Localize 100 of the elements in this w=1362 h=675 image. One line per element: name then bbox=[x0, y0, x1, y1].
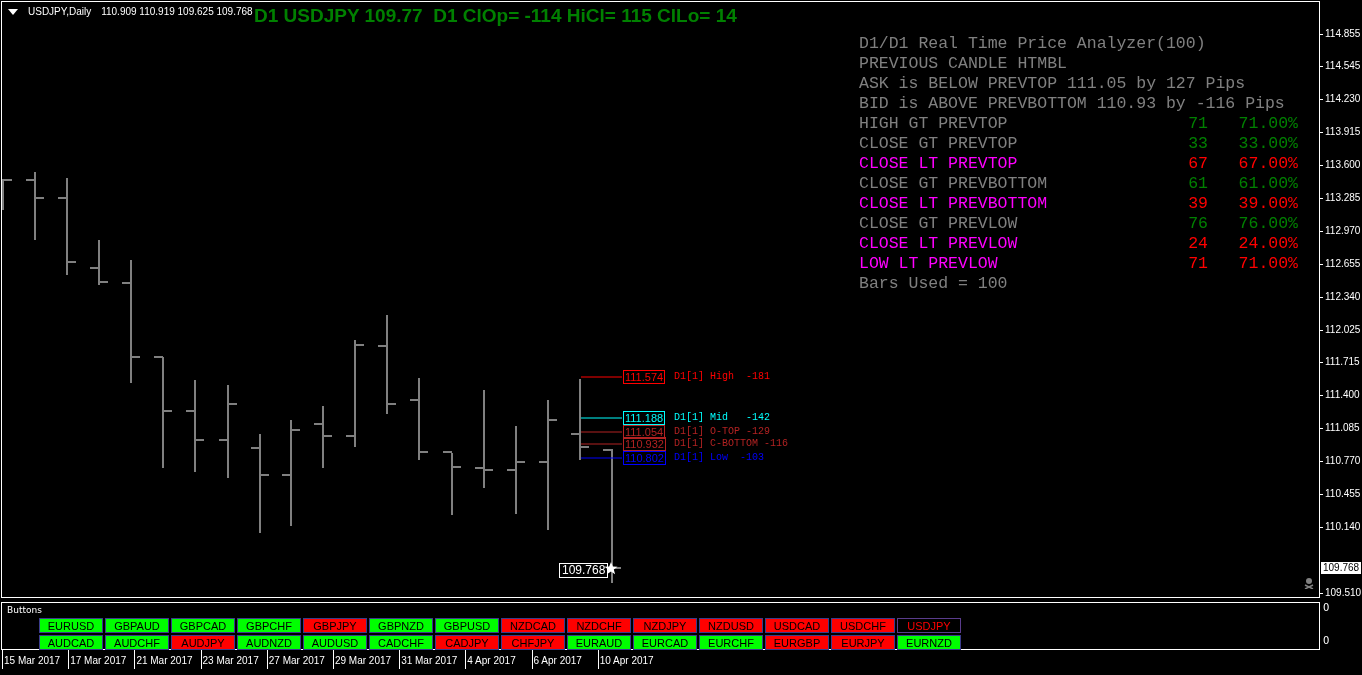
price-tick-label: 111.400 bbox=[1325, 389, 1360, 402]
price-tick-label: 114.855 bbox=[1325, 28, 1361, 40]
analyzer-label: CLOSE GT PREVLOW bbox=[859, 214, 1019, 234]
date-label: 29 Mar 2017 bbox=[334, 655, 392, 666]
symbol-button[interactable]: NZDUSD bbox=[699, 618, 763, 633]
date-label: 21 Mar 2017 bbox=[136, 655, 193, 666]
symbol-button[interactable]: EURUSD bbox=[39, 618, 103, 633]
symbol-button[interactable]: EURCAD bbox=[633, 635, 697, 650]
current-price-label: 109.768 bbox=[559, 563, 609, 578]
symbol-button[interactable]: EURCHF bbox=[699, 635, 763, 650]
level-price-label: 111.188 bbox=[623, 410, 666, 425]
dropdown-triangle-icon[interactable] bbox=[8, 8, 18, 15]
symbol-button[interactable]: USDCHF bbox=[831, 618, 895, 633]
symbol-button[interactable]: CHFJPY bbox=[501, 635, 565, 650]
analyzer-label: CLOSE GT PREVTOP bbox=[859, 134, 1019, 154]
symbol-button[interactable]: USDCAD bbox=[765, 618, 829, 633]
star-icon bbox=[604, 562, 618, 575]
symbol-button[interactable]: USDJPY bbox=[897, 618, 961, 633]
date-label: 17 Mar 2017 bbox=[70, 655, 127, 666]
symbol-button[interactable]: CADJPY bbox=[435, 635, 499, 650]
analyzer-label: LOW LT PREVLOW bbox=[859, 254, 999, 274]
analyzer-count: 71 bbox=[1187, 254, 1208, 274]
chart-symbol: USDJPY,Daily bbox=[28, 6, 92, 17]
symbol-button[interactable]: NZDCAD bbox=[501, 618, 565, 633]
level-price-label: 111.054 bbox=[623, 424, 666, 439]
date-label: 27 Mar 2017 bbox=[268, 655, 325, 666]
analyzer-percent: 61.00% bbox=[1237, 174, 1298, 194]
analyzer-percent: 24.00% bbox=[1237, 234, 1298, 254]
symbol-button[interactable]: EURAUD bbox=[567, 635, 631, 650]
analyzer-count: 24 bbox=[1187, 234, 1208, 254]
price-tick-label: 111.715 bbox=[1325, 356, 1360, 369]
price-tick-label: 113.600 bbox=[1325, 159, 1361, 172]
price-tick-label: 110.140 bbox=[1325, 521, 1361, 534]
analyzer-label: CLOSE LT PREVBOTTOM bbox=[859, 194, 1049, 214]
symbol-button[interactable]: EURNZD bbox=[897, 635, 961, 650]
symbol-button[interactable]: GBPNZD bbox=[369, 618, 433, 633]
analyzer-label: HIGH GT PREVTOP bbox=[859, 114, 1009, 134]
level-label: D1[1] O-TOP -129 bbox=[674, 425, 770, 437]
level-label: D1[1] High -181 bbox=[674, 371, 770, 383]
symbol-button[interactable]: GBPAUD bbox=[105, 618, 169, 633]
analyzer-count: 33 bbox=[1187, 134, 1208, 154]
price-tick-label: 112.655 bbox=[1325, 258, 1361, 271]
price-tick-label: 112.340 bbox=[1325, 291, 1361, 304]
analyzer-count: 71 bbox=[1187, 114, 1208, 134]
price-tick-label: 111.085 bbox=[1325, 422, 1360, 435]
date-label: 6 Apr 2017 bbox=[533, 655, 582, 666]
price-tick-label: 114.230 bbox=[1325, 93, 1361, 106]
analyzer-line: ASK is BELOW PREVTOP 111.05 by 127 Pips bbox=[859, 74, 1247, 94]
analyzer-percent: 33.00% bbox=[1237, 134, 1298, 154]
analyzer-count: 61 bbox=[1187, 174, 1208, 194]
symbol-button[interactable]: EURJPY bbox=[831, 635, 895, 650]
symbol-button[interactable]: NZDJPY bbox=[633, 618, 697, 633]
analyzer-label: CLOSE GT PREVBOTTOM bbox=[859, 174, 1049, 194]
symbol-button[interactable]: AUDUSD bbox=[303, 635, 367, 650]
symbol-button[interactable]: EURGBP bbox=[765, 635, 829, 650]
price-tick-label: 112.025 bbox=[1325, 324, 1361, 336]
current-price-tag: 109.768 bbox=[1321, 562, 1362, 574]
symbol-button[interactable]: GBPUSD bbox=[435, 618, 499, 633]
analyzer-count: 67 bbox=[1187, 154, 1208, 174]
analyzer-label: CLOSE LT PREVTOP bbox=[859, 154, 1019, 174]
chart-title: D1 USDJPY 109.77 D1 ClOp= -114 HiCl= 115 ClLo= 14 bbox=[254, 5, 737, 27]
indicator-axis-label: 0 bbox=[1323, 635, 1331, 646]
level-label: D1[1] C-BOTTOM -116 bbox=[674, 438, 789, 450]
level-price-label: 111.574 bbox=[623, 370, 666, 385]
date-label: 15 Mar 2017 bbox=[4, 655, 61, 666]
price-tick-label: 110.770 bbox=[1325, 455, 1361, 468]
date-label: 23 Mar 2017 bbox=[202, 655, 259, 666]
analyzer-footer: Bars Used = 100 bbox=[859, 274, 1298, 294]
analyzer-label: CLOSE LT PREVLOW bbox=[859, 234, 1019, 254]
analyzer-percent: 76.00% bbox=[1237, 214, 1298, 234]
level-label: D1[1] Low -103 bbox=[674, 451, 764, 463]
analyzer-percent: 67.00% bbox=[1237, 154, 1298, 174]
analyzer-count: 39 bbox=[1187, 194, 1208, 214]
symbol-button[interactable]: GBPCHF bbox=[237, 618, 301, 633]
level-price-label: 110.932 bbox=[623, 437, 666, 452]
analyzer-count: 76 bbox=[1187, 214, 1208, 234]
symbol-button[interactable]: GBPJPY bbox=[303, 618, 367, 633]
date-label: 31 Mar 2017 bbox=[401, 655, 458, 666]
indicator-title: Buttons bbox=[6, 604, 43, 616]
price-tick-label: 110.455 bbox=[1325, 488, 1361, 501]
date-label: 4 Apr 2017 bbox=[467, 655, 516, 666]
indicator-axis-label: 0 bbox=[1323, 602, 1331, 613]
analyzer-percent: 71.00% bbox=[1237, 254, 1298, 274]
analyzer-line: PREVIOUS CANDLE HTMBL bbox=[859, 54, 1068, 74]
level-label: D1[1] Mid -142 bbox=[674, 411, 770, 423]
price-tick-label: 114.545 bbox=[1325, 60, 1361, 73]
ohlc-values: 110.909 110.919 109.625 109.768 bbox=[101, 6, 253, 17]
symbol-button[interactable]: AUDNZD bbox=[237, 635, 301, 650]
symbol-button[interactable]: AUDCHF bbox=[105, 635, 169, 650]
symbol-button[interactable]: AUDCAD bbox=[39, 635, 103, 650]
price-tick-label: 112.970 bbox=[1325, 225, 1361, 238]
price-tick-label: 109.510 bbox=[1325, 587, 1362, 600]
date-label: 10 Apr 2017 bbox=[599, 655, 654, 666]
price-tick-label: 113.915 bbox=[1325, 126, 1361, 139]
symbol-button[interactable]: NZDCHF bbox=[567, 618, 631, 633]
symbol-button[interactable]: AUDJPY bbox=[171, 635, 235, 650]
analyzer-percent: 39.00% bbox=[1237, 194, 1298, 214]
symbol-button[interactable]: GBPCAD bbox=[171, 618, 235, 633]
symbol-button[interactable]: CADCHF bbox=[369, 635, 433, 650]
analyzer-line: D1/D1 Real Time Price Analyzer(100) bbox=[859, 34, 1207, 54]
